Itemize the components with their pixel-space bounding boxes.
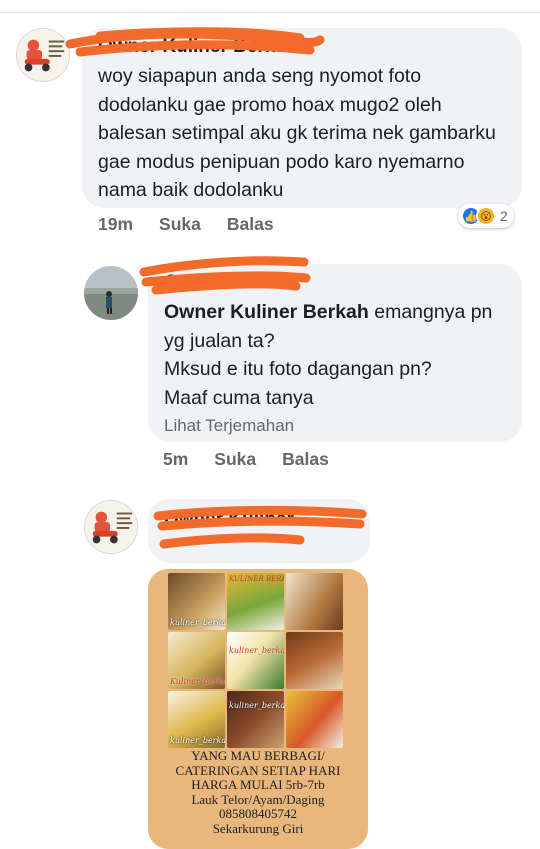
comment-time[interactable]: 19m: [98, 214, 133, 235]
comment-actions: 5m Suka Balas: [163, 449, 329, 470]
photo-watermark: kuliner_berkah: [170, 736, 225, 745]
comment-author[interactable]: G: [164, 272, 506, 296]
reply-button[interactable]: Balas: [282, 449, 329, 470]
divider: [0, 12, 540, 13]
caption-line: CATERINGAN SETIAP HARI: [175, 762, 341, 778]
food-photo: kuliner_berkah: [168, 573, 225, 630]
comment-text: woy siapapun anda seng nyomot foto dodol…: [98, 65, 496, 201]
caption-line: Lauk Telor/Ayam/Daging: [191, 791, 325, 807]
food-photo: kuliner_berkah: [227, 691, 284, 748]
mention-link[interactable]: Owner Kuliner Berkah: [164, 301, 369, 323]
comment-actions: 19m Suka Balas: [98, 214, 274, 235]
photo-watermark: kuliner_berkah: [229, 701, 284, 710]
food-photo: [286, 573, 343, 630]
comment-time[interactable]: 5m: [163, 449, 188, 470]
wow-reaction-icon: 😮: [476, 206, 496, 226]
food-photo: Kuliner_berkah: [168, 632, 225, 689]
reply-button[interactable]: Balas: [227, 214, 274, 235]
avatar[interactable]: [84, 500, 138, 554]
comment-author[interactable]: Owner Kuliner Berkah: [164, 509, 354, 531]
photo-watermark: kuliner_berkah: [170, 618, 225, 627]
food-photo: kuliner_berkah: [227, 632, 284, 689]
photo-header: KULINER BERKAH: [229, 575, 284, 583]
comment-bubble[interactable]: Owner Kuliner Berkah woy siapapun anda s…: [82, 28, 522, 208]
food-photo: [286, 632, 343, 689]
comment-bubble[interactable]: G Owner Kuliner Berkah emangnya pn yg ju…: [148, 264, 522, 442]
food-photo: kuliner_berkah: [168, 691, 225, 748]
reaction-summary[interactable]: 👍 😮 2: [458, 204, 514, 228]
caption-line: HARGA MULAI 5rb-7rb: [191, 777, 325, 792]
scooter-logo-icon: [85, 501, 137, 553]
comment-text-line3: Maaf cuma tanya: [164, 386, 314, 409]
comment-bubble[interactable]: Owner Kuliner Berkah: [148, 499, 370, 563]
scooter-logo-icon: [17, 29, 69, 81]
photo-watermark: Kuliner_berkah: [170, 677, 225, 686]
comment-author[interactable]: Owner Kuliner Berkah: [98, 36, 506, 60]
food-photo: [286, 691, 343, 748]
like-button[interactable]: Suka: [159, 214, 201, 235]
like-button[interactable]: Suka: [214, 449, 256, 470]
reaction-count: 2: [500, 208, 508, 224]
translate-link[interactable]: Lihat Terjemahan: [164, 416, 506, 436]
avatar[interactable]: [16, 28, 70, 82]
caption-line: 085808405742: [219, 806, 297, 821]
caption-line: YANG MAU BERBAGI/: [191, 748, 325, 763]
comment-image[interactable]: kuliner_berkah KULINER BERKAH Kuliner_be…: [148, 569, 368, 849]
photo-avatar-icon: [84, 266, 138, 320]
caption-line: Sekarkurung Giri: [212, 820, 304, 836]
comment-text-line2: Mksud e itu foto dagangan pn?: [164, 358, 432, 380]
comment-text: Owner Kuliner Berkah emangnya pn yg jual…: [164, 298, 506, 355]
food-photo: KULINER BERKAH: [227, 573, 284, 630]
photo-watermark: kuliner_berkah: [229, 646, 284, 655]
image-caption: YANG MAU BERBAGI/ CATERINGAN SETIAP HARI…: [148, 748, 368, 836]
avatar[interactable]: [84, 266, 138, 320]
food-photo-grid: kuliner_berkah KULINER BERKAH Kuliner_be…: [168, 573, 343, 748]
